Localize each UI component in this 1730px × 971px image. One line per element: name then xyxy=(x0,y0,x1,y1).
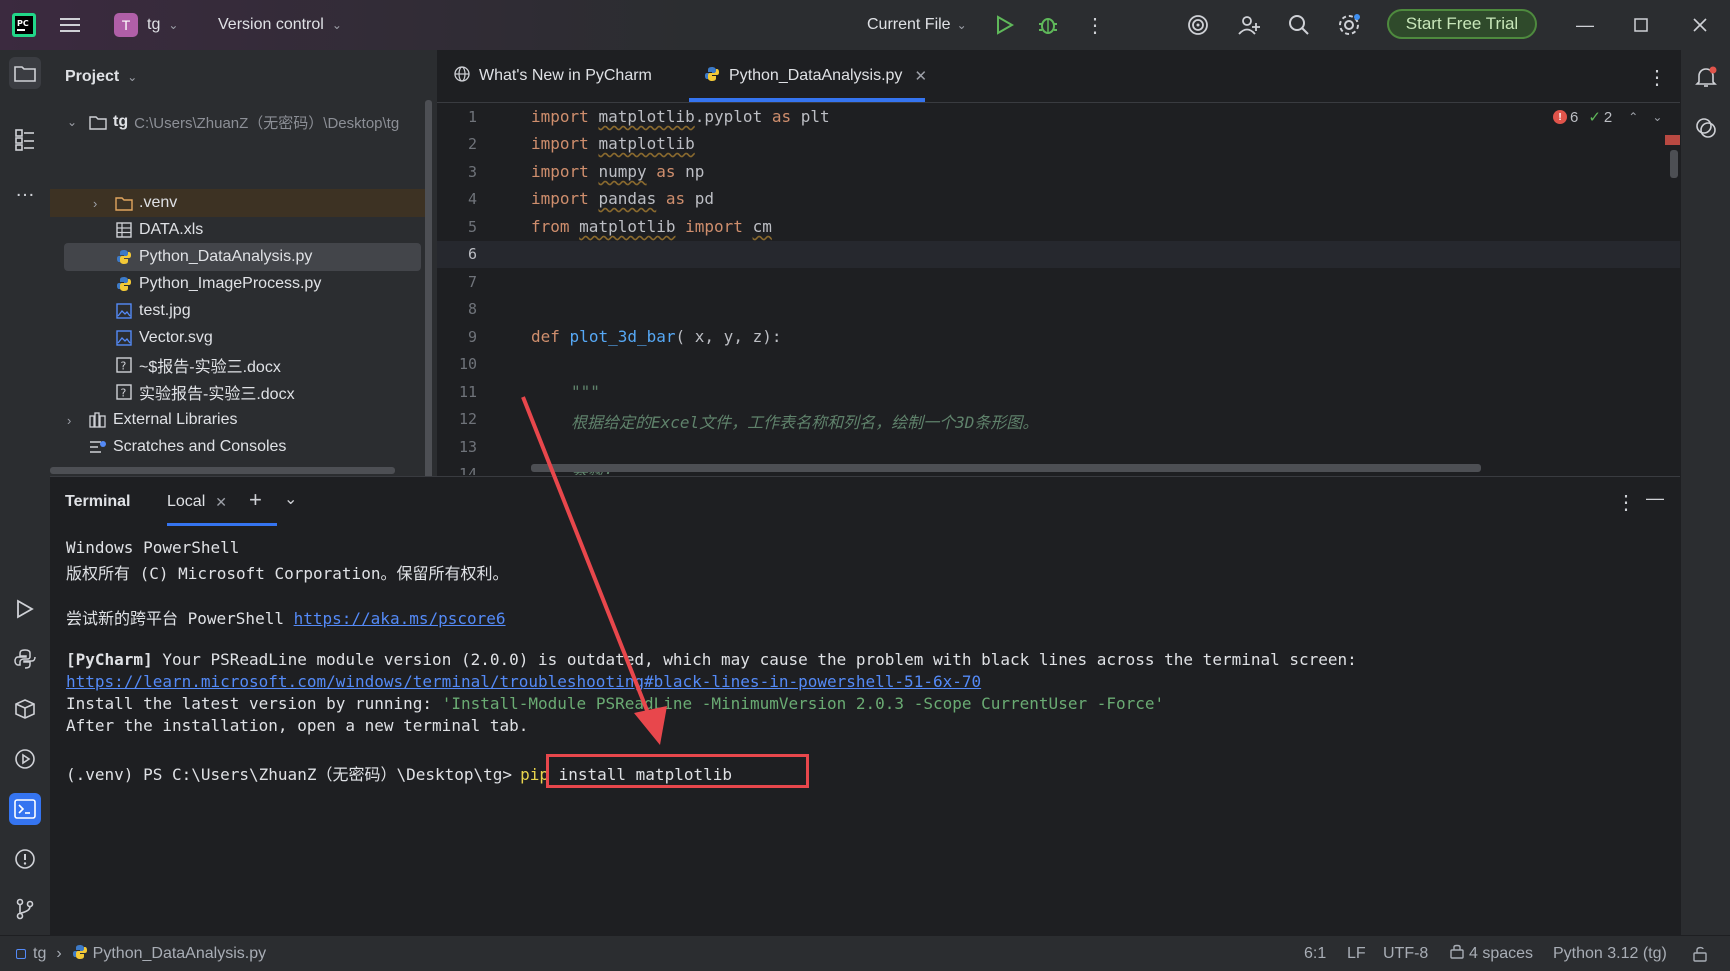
lock-icon xyxy=(1450,943,1464,964)
breadcrumb-root: tg xyxy=(33,944,47,962)
python-interpreter[interactable]: Python 3.12 (tg) xyxy=(1553,936,1667,971)
indent-setting[interactable]: 4 spaces xyxy=(1450,936,1533,971)
unlock-icon[interactable] xyxy=(1693,936,1707,971)
file-encoding[interactable]: UTF-8 xyxy=(1383,936,1428,971)
breadcrumb[interactable]: tg › Python_DataAnalysis.py xyxy=(16,936,266,971)
chevron-right-icon: › xyxy=(56,944,62,962)
module-icon xyxy=(16,948,26,959)
indent-label: 4 spaces xyxy=(1469,944,1534,962)
breadcrumb-file: Python_DataAnalysis.py xyxy=(92,944,267,962)
annotation-arrow xyxy=(521,396,667,745)
status-bar: tg › Python_DataAnalysis.py 6:1 LF UTF-8… xyxy=(0,935,1730,971)
python-file-icon xyxy=(72,944,87,964)
caret-position[interactable]: 6:1 xyxy=(1304,936,1326,971)
line-separator[interactable]: LF xyxy=(1347,936,1366,971)
